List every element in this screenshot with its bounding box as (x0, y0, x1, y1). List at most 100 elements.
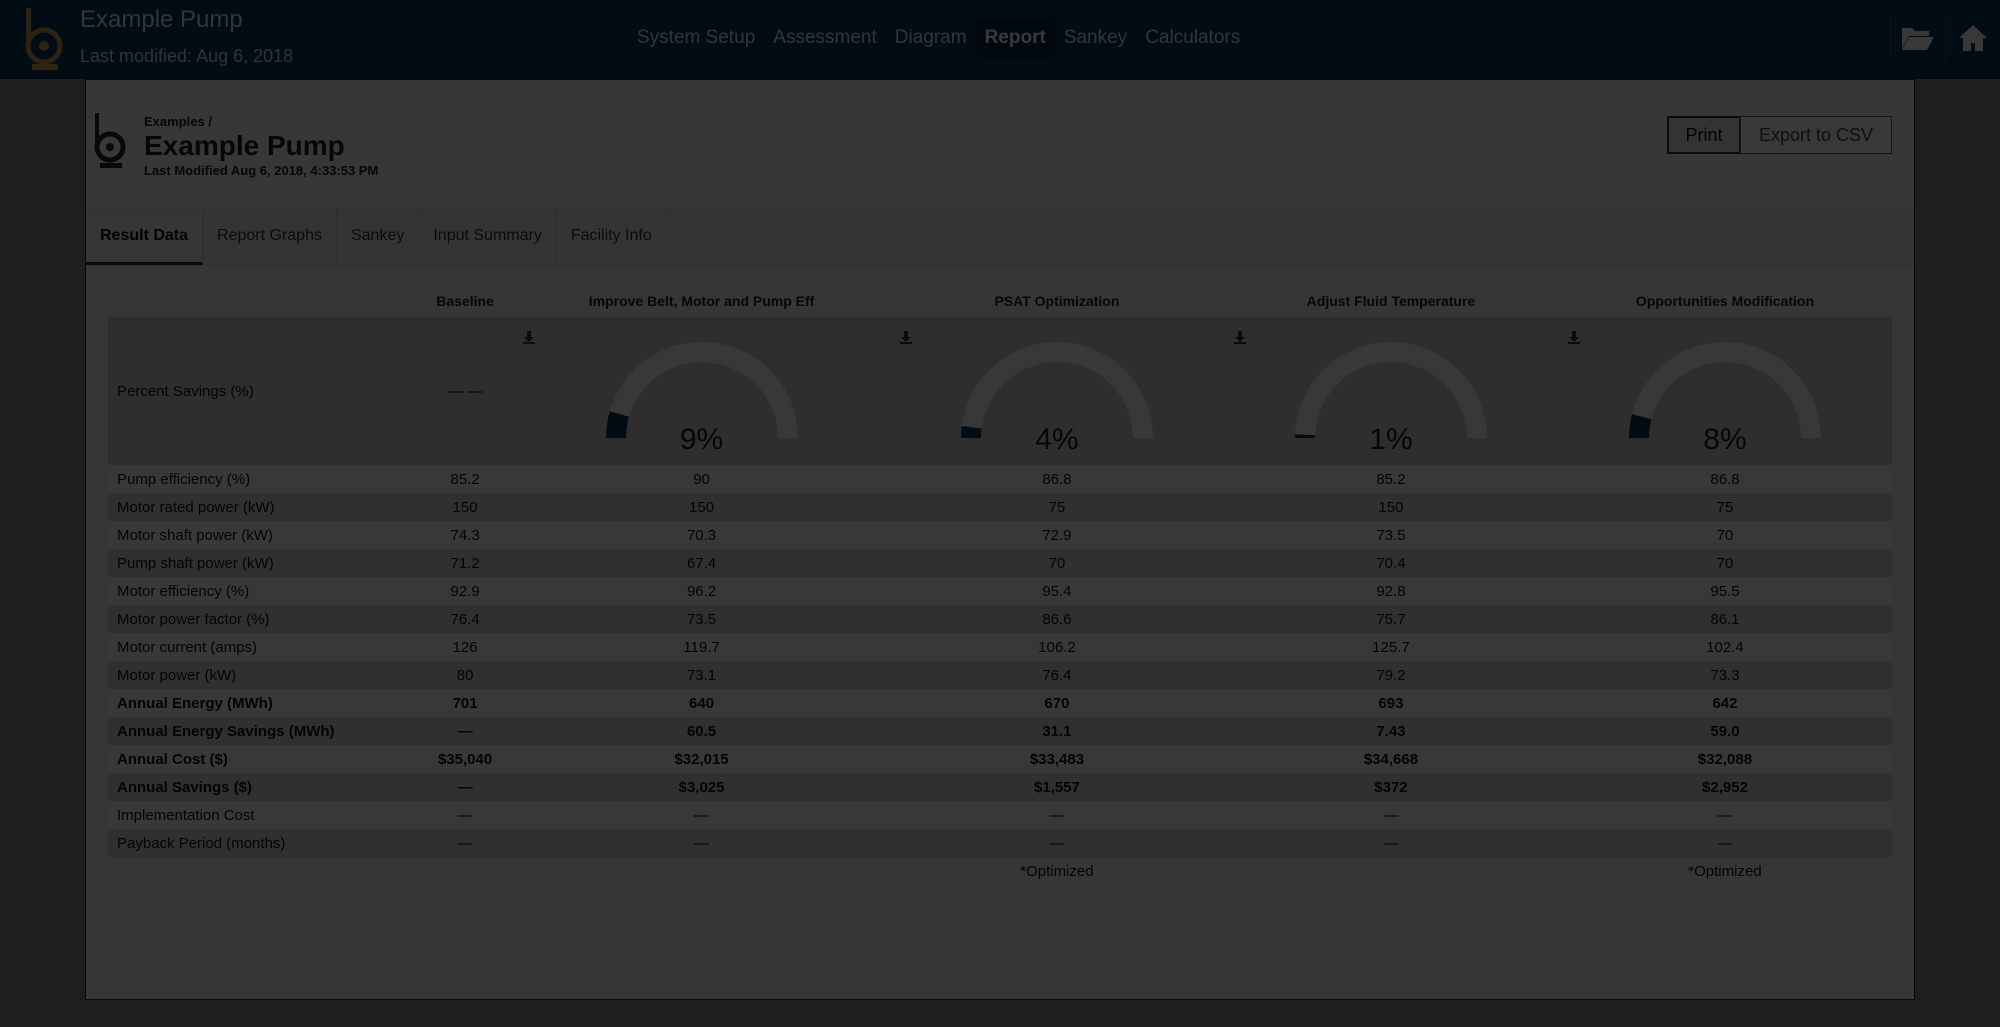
header-label-cell (108, 285, 417, 317)
table-cell: $3,025 (513, 773, 890, 801)
table-cell: 70 (1557, 521, 1892, 549)
column-header: Adjust Fluid Temperature (1306, 293, 1476, 309)
pump-icon (94, 113, 126, 168)
table-cell: 95.4 (889, 577, 1224, 605)
table-cell: — (417, 801, 514, 829)
home-button[interactable] (1945, 14, 2000, 62)
table-cell: 86.6 (889, 605, 1224, 633)
table-row: Annual Savings ($) — $3,025 $1,557 $372 $2,95… (108, 773, 1892, 801)
row-label: Motor rated power (kW) (108, 493, 417, 521)
table-cell: 70.3 (513, 521, 890, 549)
table-cell: — (1557, 801, 1892, 829)
table-row: Motor efficiency (%) 92.9 96.2 95.4 92.8 95.5 (108, 577, 1892, 605)
row-label: Motor current (amps) (108, 633, 417, 661)
row-label: Pump efficiency (%) (108, 465, 417, 493)
download-icon[interactable] (1566, 329, 1582, 345)
table-row: Pump shaft power (kW) 71.2 67.4 70 70.4 70 (108, 549, 1892, 577)
download-icon[interactable] (521, 329, 537, 345)
optimized-note (417, 857, 513, 885)
table-cell: 73.5 (1223, 521, 1558, 549)
table-header-row: Baseline Improve Belt, Motor and Pump Ef… (108, 285, 1892, 317)
table-cell: 85.2 (1223, 465, 1558, 493)
table-cell: 80 (417, 661, 514, 689)
gauge-percent-label: 1% (1369, 423, 1413, 456)
tab-sankey[interactable]: Sankey (337, 209, 420, 265)
table-cell: $372 (1223, 773, 1558, 801)
table-cell: 95.5 (1557, 577, 1892, 605)
table-cell: 73.5 (513, 605, 890, 633)
table-cell: — (417, 717, 514, 745)
report-actions: Print Export to CSV (1667, 116, 1892, 154)
nav-diagram[interactable]: Diagram (886, 18, 976, 58)
tab-result-data[interactable]: Result Data (86, 209, 204, 265)
app-title: Example Pump (80, 6, 243, 33)
row-label: Payback Period (months) (108, 829, 417, 857)
table-row: Annual Energy Savings (MWh) —60.5 31.1 7.43… (108, 717, 1892, 745)
table-row: Annual Energy (MWh) 701 640 670 693 642 (108, 689, 1892, 717)
export-csv-button[interactable]: Export to CSV (1740, 116, 1892, 154)
row-label: Motor power factor (%) (108, 605, 417, 633)
row-label: Annual Cost ($) (108, 745, 417, 773)
row-label: Annual Energy (MWh) (108, 689, 417, 717)
table-cell: 86.1 (1557, 605, 1892, 633)
table-cell: 31.1 (889, 717, 1224, 745)
table-cell: — (417, 829, 514, 857)
folder-open-button[interactable] (1890, 14, 1945, 62)
table-cell: 150 (513, 493, 890, 521)
nav-system-setup[interactable]: System Setup (628, 18, 764, 58)
table-cell: 7.43 (1223, 717, 1558, 745)
table-cell: 70.4 (1223, 549, 1558, 577)
tab-input-summary[interactable]: Input Summary (419, 209, 557, 265)
table-cell: 75 (1557, 493, 1892, 521)
table-cell: $32,015 (513, 745, 890, 773)
baseline-gauge-cell: — — (417, 317, 514, 465)
table-cell: — (417, 773, 514, 801)
top-right-actions (1890, 14, 2000, 62)
table-cell: — (1557, 829, 1892, 857)
table-row: Pump efficiency (%) 85.2 90 86.8 85.2 86.8 (108, 465, 1892, 493)
print-button[interactable]: Print (1667, 116, 1741, 154)
row-label: Motor shaft power (kW) (108, 521, 417, 549)
main-nav: System Setup Assessment Diagram Report S… (628, 18, 1249, 58)
download-icon[interactable] (898, 329, 914, 345)
table-cell: 701 (417, 689, 514, 717)
nav-assessment[interactable]: Assessment (764, 18, 885, 58)
last-modified-detail: Last Modified Aug 6, 2018, 4:33:53 PM (144, 163, 379, 178)
table-cell: 150 (417, 493, 514, 521)
nav-calculators[interactable]: Calculators (1136, 18, 1249, 58)
table-cell: 670 (889, 689, 1224, 717)
table-cell: — (1223, 829, 1558, 857)
table-cell: 126 (417, 633, 514, 661)
table-cell: — (889, 829, 1224, 857)
table-cell: 125.7 (1223, 633, 1558, 661)
table-cell: 85.2 (417, 465, 514, 493)
tab-facility-info[interactable]: Facility Info (557, 209, 667, 265)
table-cell: $34,668 (1223, 745, 1558, 773)
breadcrumb[interactable]: Examples / (144, 114, 212, 129)
table-cell: 640 (513, 689, 890, 717)
nav-sankey[interactable]: Sankey (1055, 18, 1136, 58)
gauge-percent-label: 8% (1703, 423, 1747, 456)
column-header: Opportunities Modification (1635, 293, 1815, 309)
table-cell: $33,483 (889, 745, 1224, 773)
download-icon[interactable] (1232, 329, 1248, 345)
table-cell: 119.7 (513, 633, 890, 661)
table-cell: — (1223, 801, 1558, 829)
top-navbar: Example Pump Last modified: Aug 6, 2018 … (0, 0, 2000, 79)
nav-report[interactable]: Report (975, 18, 1055, 58)
table-cell: 90 (513, 465, 890, 493)
table-cell: 106.2 (889, 633, 1224, 661)
column-header: Baseline (436, 293, 494, 309)
table-cell: 92.9 (417, 577, 514, 605)
table-cell: $1,557 (889, 773, 1224, 801)
table-row: Payback Period (months) — — — — — (108, 829, 1892, 857)
table-cell: 75 (889, 493, 1224, 521)
table-cell: 76.4 (889, 661, 1224, 689)
tab-report-graphs[interactable]: Report Graphs (203, 209, 337, 265)
gauge-cell: 9% (513, 317, 890, 465)
table-cell: 60.5 (513, 717, 890, 745)
table-cell: 102.4 (1557, 633, 1892, 661)
pump-logo-icon (25, 8, 63, 70)
table-row: Motor shaft power (kW) 74.3 70.3 72.9 73.5 70 (108, 521, 1892, 549)
table-cell: $32,088 (1557, 745, 1892, 773)
